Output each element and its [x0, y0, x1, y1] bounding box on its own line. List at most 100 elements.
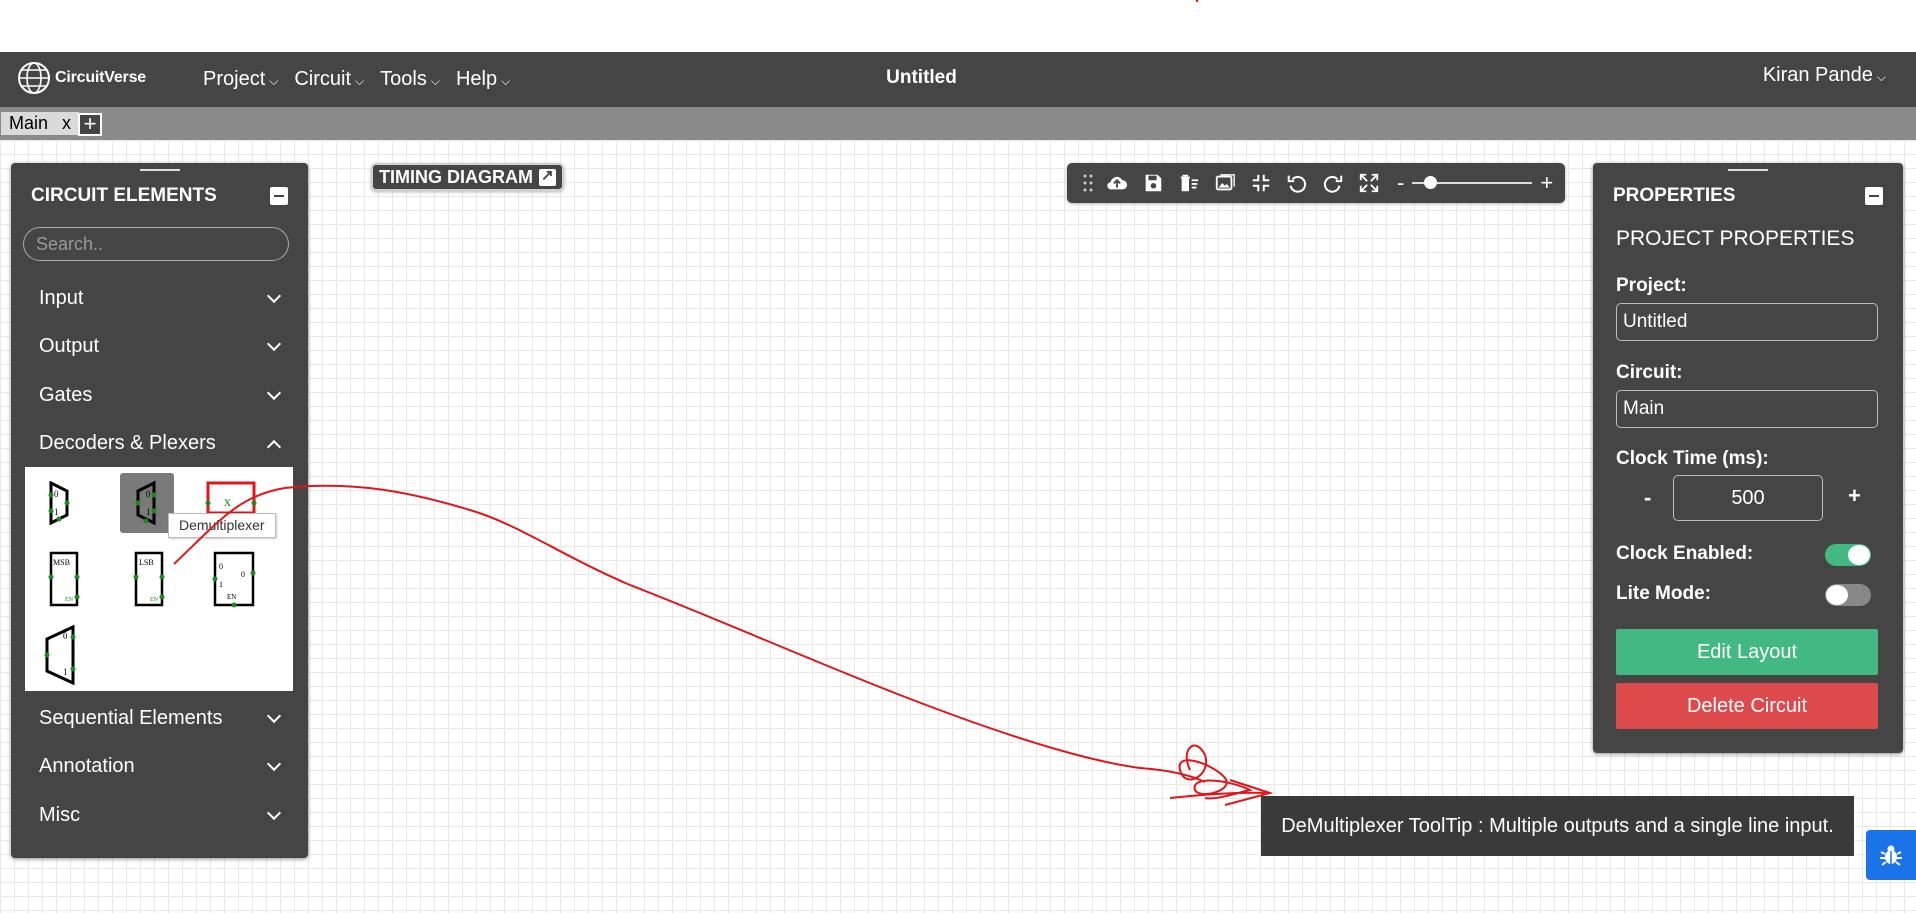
redo-button[interactable]	[1315, 163, 1351, 203]
save-online-button[interactable]	[1099, 163, 1135, 203]
svg-text:EN: EN	[150, 597, 159, 603]
tab-close-button[interactable]: x	[62, 113, 71, 134]
bug-icon	[1880, 845, 1902, 866]
drag-handle[interactable]	[139, 169, 180, 171]
browser-top-area	[0, 0, 1916, 52]
circuit-elements-panel: CIRCUIT ELEMENTS Input Output Gates Deco…	[11, 163, 308, 858]
timing-diagram-button[interactable]: TIMING DIAGRAM	[371, 163, 564, 191]
chevron-up-icon	[266, 439, 282, 454]
demultiplexer-hover-tooltip: Demultiplexer	[168, 513, 276, 538]
svg-text:1: 1	[146, 507, 151, 517]
cloud-upload-icon	[1107, 176, 1128, 190]
clock-time-label: Clock Time (ms):	[1616, 448, 1769, 469]
zoom-slider[interactable]	[1412, 176, 1533, 189]
lsb-element[interactable]: LSB EN	[122, 549, 176, 609]
circuit-elements-title: CIRCUIT ELEMENTS	[31, 185, 217, 206]
project-name-input[interactable]	[1616, 303, 1878, 341]
lite-mode-label: Lite Mode:	[1616, 583, 1711, 604]
lsb-icon: LSB EN	[133, 551, 165, 607]
category-label: Decoders & Plexers	[39, 432, 216, 454]
svg-text:0: 0	[219, 562, 223, 571]
minimize-button[interactable]	[270, 187, 288, 205]
report-bug-button[interactable]	[1866, 830, 1916, 880]
clock-enabled-label: Clock Enabled:	[1616, 543, 1754, 564]
minimize-button[interactable]	[1865, 187, 1883, 205]
fullscreen-button[interactable]	[1351, 163, 1387, 203]
decoder-element[interactable]: 0 0 1 EN	[207, 549, 261, 609]
project-title: Untitled	[886, 67, 957, 88]
category-sequential-elements[interactable]: Sequential Elements	[39, 707, 289, 730]
compress-icon	[1252, 174, 1270, 192]
undo-button[interactable]	[1279, 163, 1315, 203]
chevron-down-icon	[266, 756, 282, 771]
clock-enabled-toggle[interactable]	[1825, 544, 1871, 566]
lite-mode-toggle[interactable]	[1825, 584, 1871, 606]
image-icon	[1215, 174, 1235, 191]
category-output[interactable]: Output	[39, 335, 289, 358]
demultiplexer-element[interactable]: 0 1	[120, 473, 174, 533]
category-input[interactable]: Input	[39, 287, 289, 310]
save-icon	[1145, 174, 1162, 192]
svg-text:LSB: LSB	[139, 558, 154, 567]
element-description-tooltip: DeMultiplexer ToolTip : Multiple outputs…	[1261, 796, 1854, 856]
zoom-slider-knob[interactable]	[1424, 176, 1438, 189]
category-decoders-plexers[interactable]: Decoders & Plexers	[39, 432, 289, 455]
circuit-name-input[interactable]	[1616, 390, 1878, 428]
user-name: Kiran Pande	[1762, 64, 1873, 86]
category-annotation[interactable]: Annotation	[39, 755, 289, 778]
delete-list-icon	[1180, 174, 1199, 192]
svg-text:1: 1	[54, 507, 59, 517]
zoom-out-button[interactable]: -	[1397, 170, 1404, 196]
zoom-in-button[interactable]: +	[1540, 170, 1553, 196]
element-search-input[interactable]	[23, 227, 289, 261]
category-misc[interactable]: Misc	[39, 804, 289, 827]
drag-handle-icon[interactable]	[1077, 163, 1099, 203]
toggle-knob	[1826, 585, 1848, 605]
svg-text:EN: EN	[65, 597, 74, 603]
multiplexer-large-icon: 0 1	[44, 624, 76, 686]
chevron-down-icon: ⌵	[1876, 70, 1886, 84]
project-properties-heading: PROJECT PROPERTIES	[1616, 227, 1855, 250]
svg-text:1: 1	[63, 667, 68, 677]
category-label: Misc	[39, 804, 81, 826]
chevron-down-icon	[266, 336, 282, 351]
delete-selected-button[interactable]	[1171, 163, 1207, 203]
decoders-plexers-elements: 0 1 0 1 x MSB EN LSB EN 0 0 1 EN 0 1	[25, 467, 293, 691]
edit-layout-button[interactable]: Edit Layout	[1616, 629, 1878, 675]
chevron-down-icon	[266, 288, 282, 303]
demultiplexer-icon: 0 1	[135, 480, 157, 526]
multiplexer-large-element[interactable]: 0 1	[37, 624, 91, 686]
tab-main-label: Main	[9, 113, 49, 133]
timing-diagram-label: TIMING DIAGRAM	[379, 166, 533, 187]
delete-circuit-button[interactable]: Delete Circuit	[1616, 683, 1878, 729]
redo-icon	[1323, 175, 1343, 193]
multiplexer-element[interactable]: 0 1	[37, 473, 91, 533]
circuit-label: Circuit:	[1616, 362, 1683, 383]
msb-element[interactable]: MSB EN	[37, 549, 91, 609]
clock-decrease-button[interactable]: -	[1644, 485, 1651, 511]
category-label: Sequential Elements	[39, 707, 223, 729]
svg-text:x: x	[224, 495, 231, 510]
navbar: CircuitVerse Project ⌵ Circuit ⌵ Tools ⌵ He…	[0, 52, 1916, 107]
decrease-size-button[interactable]	[1243, 163, 1279, 203]
download-image-button[interactable]	[1207, 163, 1243, 203]
svg-text:1: 1	[219, 580, 223, 589]
clock-increase-button[interactable]: +	[1848, 483, 1861, 509]
save-offline-button[interactable]	[1135, 163, 1171, 203]
add-tab-button[interactable]: +	[78, 113, 102, 136]
project-label: Project:	[1616, 275, 1687, 296]
zoom-control: - +	[1397, 170, 1553, 196]
svg-text:0: 0	[241, 570, 245, 579]
svg-text:EN: EN	[227, 593, 236, 601]
drag-handle[interactable]	[1728, 169, 1768, 171]
tab-main[interactable]: Main x	[0, 111, 81, 136]
external-link-icon	[538, 166, 556, 186]
chevron-down-icon	[266, 805, 282, 820]
category-gates[interactable]: Gates	[39, 384, 289, 407]
properties-title: PROPERTIES	[1613, 185, 1736, 206]
svg-text:0: 0	[54, 489, 59, 499]
clock-time-input[interactable]	[1673, 475, 1823, 521]
chevron-down-icon	[266, 385, 282, 400]
user-menu[interactable]: Kiran Pande ⌵	[1763, 64, 1886, 87]
category-label: Gates	[39, 384, 93, 406]
